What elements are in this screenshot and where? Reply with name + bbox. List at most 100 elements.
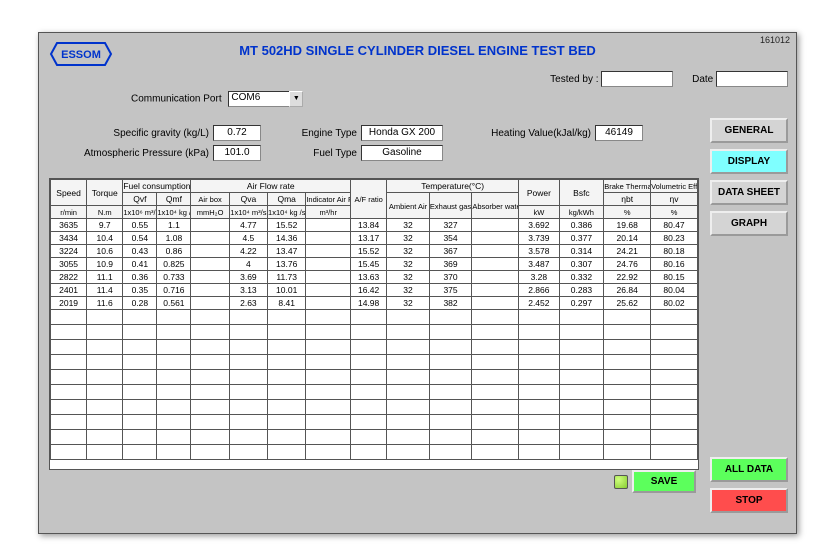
cell-bte: 25.62	[604, 297, 651, 310]
cell-empty	[51, 445, 87, 460]
cell-empty	[351, 385, 387, 400]
cell-empty	[268, 340, 306, 355]
cell-empty	[191, 430, 229, 445]
comm-port-select[interactable]: COM6 ▼	[228, 91, 290, 107]
save-button[interactable]: SAVE	[632, 470, 696, 493]
cell-empty	[229, 400, 267, 415]
col-amb: Ambient Air	[387, 193, 430, 219]
cell-empty	[268, 400, 306, 415]
cell-empty	[559, 370, 604, 385]
cell-empty	[157, 370, 191, 385]
cell-af: 16.42	[351, 284, 387, 297]
all-data-button[interactable]: ALL DATA	[710, 457, 788, 482]
sg-label: Specific gravity (kg/L)	[79, 128, 209, 139]
cell-empty	[387, 445, 430, 460]
cell-exh: 370	[429, 271, 472, 284]
cell-empty	[51, 400, 87, 415]
cell-speed: 3224	[51, 245, 87, 258]
chevron-down-icon[interactable]: ▼	[289, 91, 303, 107]
cell-empty	[51, 415, 87, 430]
et-input[interactable]: Honda GX 200	[361, 125, 443, 141]
cell-qma: 13.47	[268, 245, 306, 258]
cell-speed: 2822	[51, 271, 87, 284]
cell-empty	[604, 415, 651, 430]
cell-empty	[268, 355, 306, 370]
cell-torque: 11.4	[87, 284, 123, 297]
cell-empty	[604, 355, 651, 370]
cell-airbox	[191, 245, 229, 258]
cell-wat	[472, 271, 519, 284]
u-airbox: mmH₂O	[191, 206, 229, 219]
cell-empty	[429, 415, 472, 430]
tested-by-input[interactable]	[601, 71, 673, 87]
cell-qvf: 0.28	[123, 297, 157, 310]
graph-button[interactable]: GRAPH	[710, 211, 788, 236]
stop-button[interactable]: STOP	[710, 488, 788, 513]
cell-empty	[429, 385, 472, 400]
cell-empty	[51, 430, 87, 445]
cell-empty	[651, 310, 698, 325]
fuel-type-row: Fuel Type Gasoline	[287, 145, 443, 161]
date-input[interactable]	[716, 71, 788, 87]
hv-input[interactable]: 46149	[595, 125, 643, 141]
cell-af: 13.63	[351, 271, 387, 284]
cell-empty	[123, 310, 157, 325]
cell-empty	[191, 325, 229, 340]
cell-empty	[87, 400, 123, 415]
sg-input[interactable]: 0.72	[213, 125, 261, 141]
ap-input[interactable]: 101.0	[213, 145, 261, 161]
cell-empty	[351, 310, 387, 325]
cell-empty	[519, 325, 559, 340]
data-table-wrap: Speed Torque Fuel consumption Air Flow r…	[49, 178, 699, 470]
cell-qva: 3.69	[229, 271, 267, 284]
cell-af: 13.17	[351, 232, 387, 245]
cell-empty	[268, 370, 306, 385]
cell-empty	[306, 370, 351, 385]
cell-amb: 32	[387, 232, 430, 245]
col-wat: Absorber water outlet	[472, 193, 519, 219]
cell-empty	[229, 430, 267, 445]
ap-label: Atmospheric Pressure (kPa)	[79, 148, 209, 159]
cell-empty	[123, 445, 157, 460]
cell-empty	[472, 430, 519, 445]
cell-empty	[229, 325, 267, 340]
u-qmf: 1x10⁴ kg /s	[157, 206, 191, 219]
cell-empty	[123, 385, 157, 400]
u-bte: %	[604, 206, 651, 219]
cell-ve: 80.02	[651, 297, 698, 310]
cell-qvf: 0.54	[123, 232, 157, 245]
cell-qma: 14.36	[268, 232, 306, 245]
cell-bsfc: 0.307	[559, 258, 604, 271]
cell-qmf: 1.08	[157, 232, 191, 245]
cell-empty	[123, 340, 157, 355]
cell-indflow	[306, 219, 351, 232]
cell-af: 15.45	[351, 258, 387, 271]
cell-af: 14.98	[351, 297, 387, 310]
display-button[interactable]: DISPLAY	[710, 149, 788, 174]
cell-empty	[387, 385, 430, 400]
cell-qmf: 0.86	[157, 245, 191, 258]
cell-wat	[472, 258, 519, 271]
cell-ve: 80.04	[651, 284, 698, 297]
cell-empty	[559, 430, 604, 445]
cell-empty	[472, 310, 519, 325]
col-bsfc: Bsfc	[559, 180, 604, 206]
col-fuel: Fuel consumption	[123, 180, 191, 193]
cell-empty	[268, 385, 306, 400]
general-button[interactable]: GENERAL	[710, 118, 788, 143]
cell-bsfc: 0.314	[559, 245, 604, 258]
datasheet-button[interactable]: DATA SHEET	[710, 180, 788, 205]
cell-empty	[51, 370, 87, 385]
ft-input[interactable]: Gasoline	[361, 145, 443, 161]
cell-empty	[651, 340, 698, 355]
cell-speed: 3434	[51, 232, 87, 245]
cell-ve: 80.15	[651, 271, 698, 284]
cell-empty	[651, 325, 698, 340]
cell-empty	[87, 415, 123, 430]
cell-empty	[306, 325, 351, 340]
cell-empty	[157, 430, 191, 445]
cell-wat	[472, 219, 519, 232]
cell-qma: 11.73	[268, 271, 306, 284]
cell-wat	[472, 284, 519, 297]
table-row: 305510.90.410.825413.7615.45323693.4870.…	[51, 258, 698, 271]
